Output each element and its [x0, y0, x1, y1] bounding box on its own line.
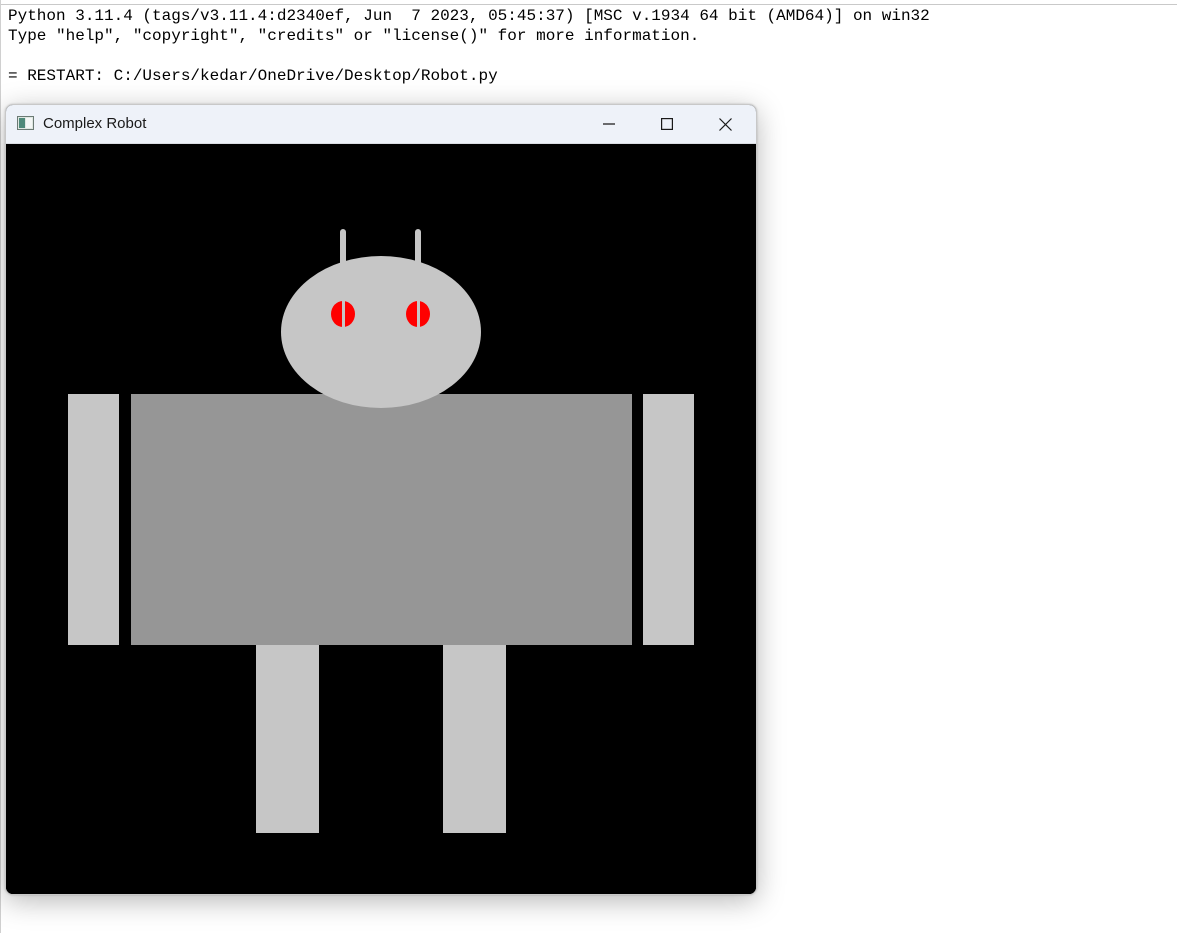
robot-head: [281, 256, 481, 408]
robot-body: [131, 394, 632, 645]
robot-drawing: [6, 144, 756, 894]
minimize-icon: [603, 123, 615, 125]
window-titlebar[interactable]: Complex Robot: [6, 105, 756, 144]
right-arm: [643, 394, 694, 645]
left-leg: [256, 645, 319, 833]
left-arm: [68, 394, 119, 645]
shell-left-border: [0, 0, 1, 933]
shell-restart-line: = RESTART: C:/Users/kedar/OneDrive/Deskt…: [8, 67, 498, 85]
window-title: Complex Robot: [43, 115, 147, 132]
right-leg: [443, 645, 506, 833]
maximize-icon: [661, 118, 673, 130]
drawing-canvas[interactable]: [6, 144, 756, 894]
shell-top-border: [0, 0, 1177, 5]
robot-window[interactable]: Complex Robot: [5, 104, 757, 895]
shell-help-line: Type "help", "copyright", "credits" or "…: [8, 27, 700, 45]
close-button[interactable]: [696, 105, 754, 143]
minimize-button[interactable]: [580, 105, 638, 143]
shell-banner-line: Python 3.11.4 (tags/v3.11.4:d2340ef, Jun…: [8, 7, 930, 25]
maximize-button[interactable]: [638, 105, 696, 143]
close-icon: [718, 117, 732, 131]
app-icon: [17, 116, 34, 130]
